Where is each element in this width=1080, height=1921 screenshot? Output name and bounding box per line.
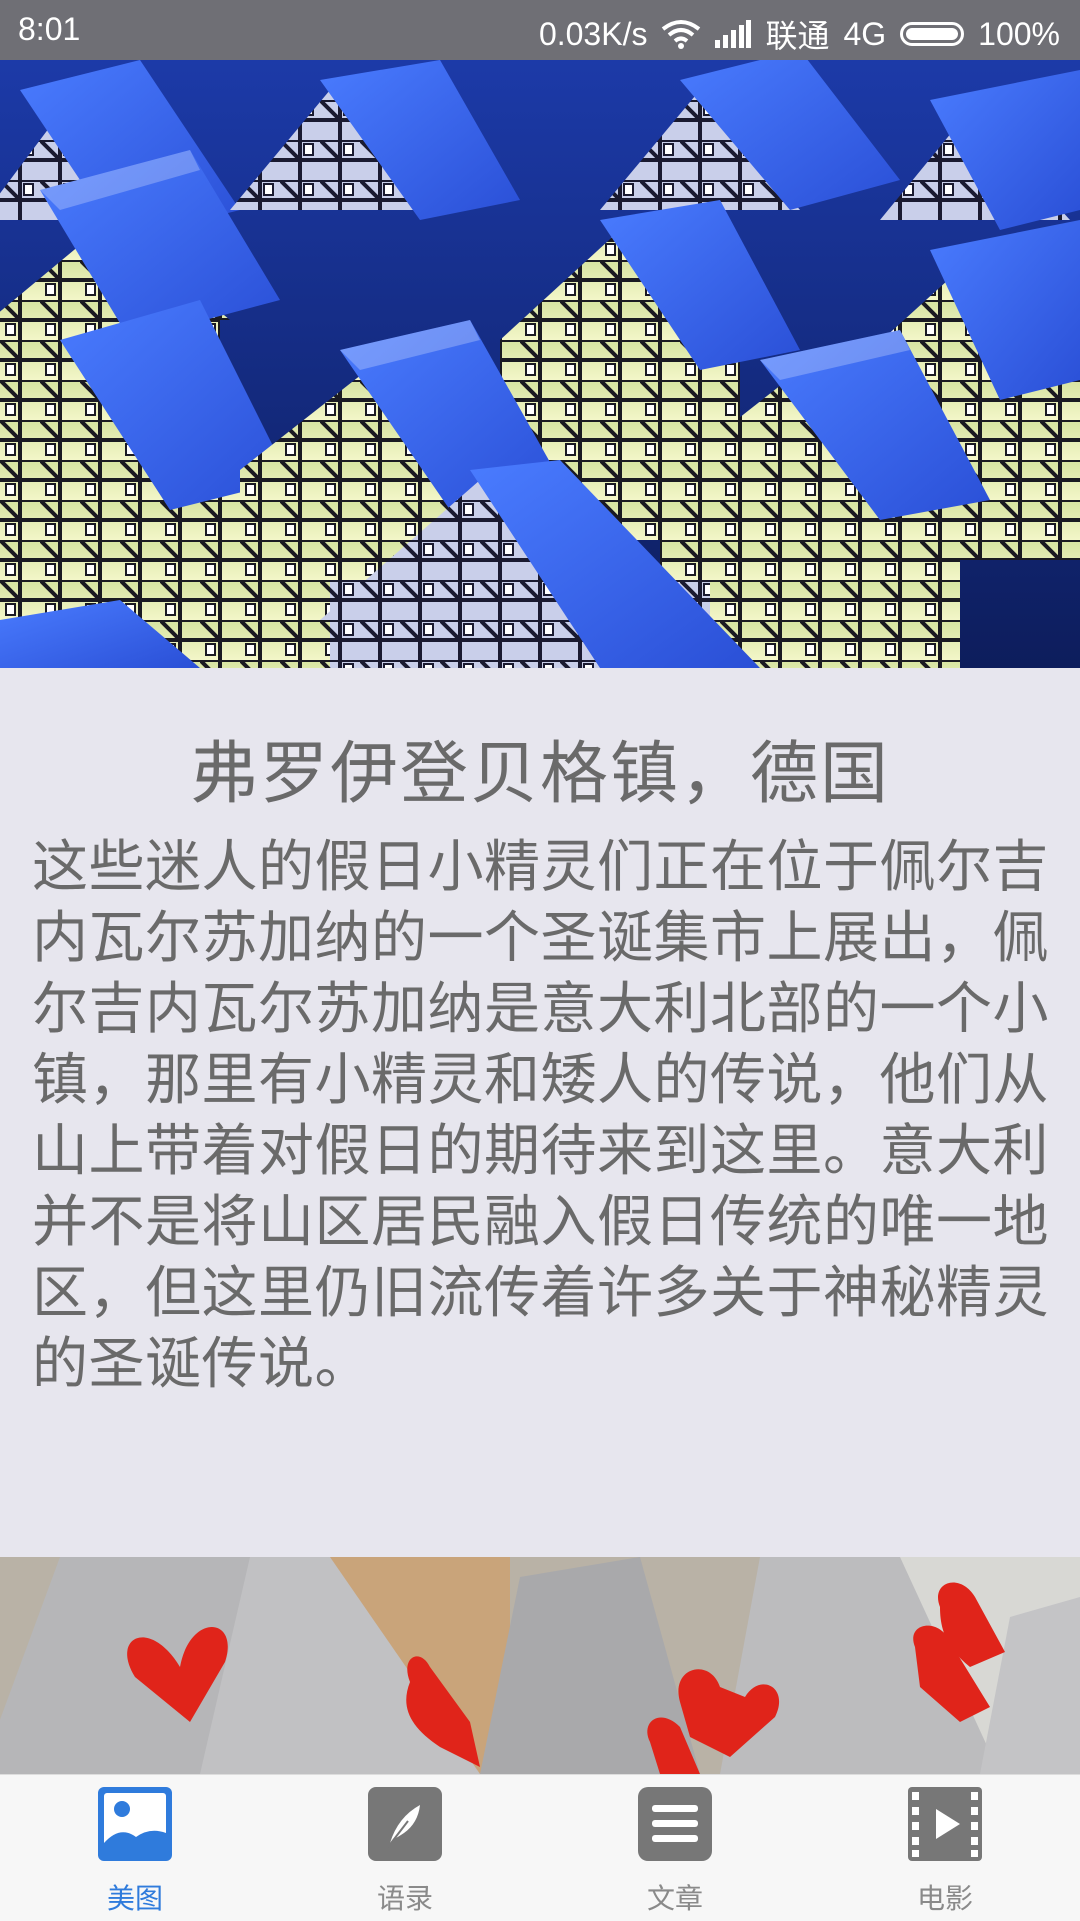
network-speed: 0.03K/s xyxy=(538,15,648,52)
article-body: 这些迷人的假日小精灵们正在位于佩尔吉内瓦尔苏加纳的一个圣诞集市上展出，佩尔吉内瓦… xyxy=(32,835,1049,1397)
document-icon xyxy=(638,1787,712,1861)
feather-icon xyxy=(368,1787,442,1861)
nav-label-movies: 电影 xyxy=(916,1882,973,1915)
carrier-label: 联通 xyxy=(765,18,830,54)
picture-icon xyxy=(98,1787,172,1861)
film-icon xyxy=(908,1787,982,1861)
nav-item-articles[interactable]: 文章 xyxy=(540,1775,810,1921)
battery-icon xyxy=(900,22,965,46)
battery-percent: 100% xyxy=(978,15,1060,52)
article-card: 弗罗伊登贝格镇，德国 这些迷人的假日小精灵们正在位于佩尔吉内瓦尔苏加纳的一个圣诞… xyxy=(0,668,1080,1558)
status-time: 8:01 xyxy=(18,11,81,47)
hero-image[interactable] xyxy=(0,60,1080,668)
nav-item-movies[interactable]: 电影 xyxy=(810,1775,1080,1921)
wifi-icon xyxy=(661,19,701,49)
nav-item-pictures[interactable]: 美图 xyxy=(0,1775,270,1921)
signal-icon xyxy=(715,20,752,48)
nav-label-articles: 文章 xyxy=(646,1882,703,1915)
article-title: 弗罗伊登贝格镇，德国 xyxy=(189,735,890,814)
bottom-nav: 美图 语录 文章 电影 xyxy=(0,1774,1080,1921)
nav-label-quotes: 语录 xyxy=(376,1882,433,1915)
nav-label-pictures: 美图 xyxy=(106,1882,163,1915)
status-bar: 8:01 0.03K/s 联通 4G 100% xyxy=(0,0,1080,60)
next-image[interactable] xyxy=(0,1557,1080,1774)
nav-item-quotes[interactable]: 语录 xyxy=(270,1775,540,1921)
status-right: 0.03K/s 联通 4G 100% xyxy=(539,11,1060,57)
network-type: 4G xyxy=(843,15,887,52)
